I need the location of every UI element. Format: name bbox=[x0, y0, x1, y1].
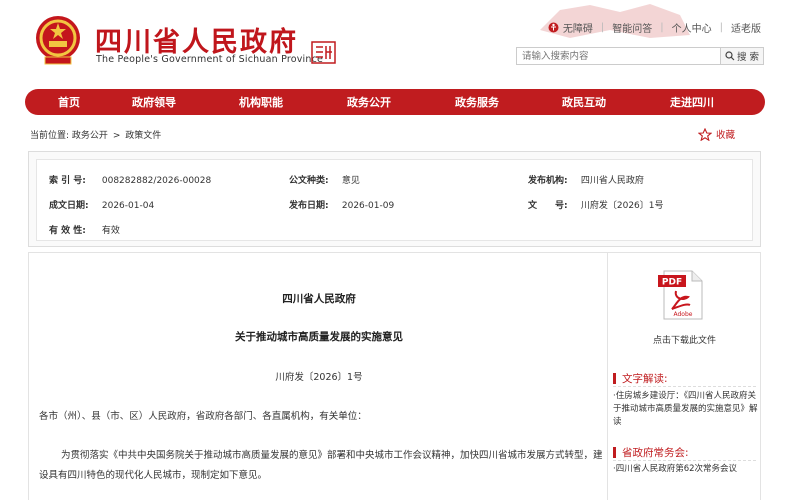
search-icon bbox=[725, 51, 735, 61]
site-header: 四川省人民政府 The People's Government of Sichu… bbox=[0, 0, 791, 82]
star-icon bbox=[698, 127, 712, 141]
toplink-personal-center[interactable]: 个人中心 bbox=[672, 20, 712, 35]
meta-publisher-label: 发布机构: bbox=[528, 176, 568, 186]
document-number: 川府发〔2026〕1号 bbox=[275, 372, 363, 383]
document-title: 关于推动城市高质量发展的实施意见 bbox=[235, 331, 403, 343]
meeting-title: 省政府常务会: bbox=[622, 447, 689, 459]
toplink-smart-qa[interactable]: 智能问答 bbox=[612, 20, 652, 35]
document-issuer: 四川省人民政府 bbox=[282, 293, 356, 305]
meta-created-value: 2026-01-04 bbox=[101, 201, 155, 211]
meta-index: 索 引 号: 008282882/2026-00028 bbox=[49, 173, 211, 186]
meta-published-value: 2026-01-09 bbox=[341, 201, 395, 211]
meta-created-label: 成文日期: bbox=[49, 201, 89, 211]
favorite-label: 收藏 bbox=[716, 130, 736, 141]
meta-index-label: 索 引 号: bbox=[49, 176, 86, 186]
document-meta-table: 索 引 号: 008282882/2026-00028 公文种类: 意见 发布机… bbox=[36, 159, 753, 241]
meeting-link[interactable]: ·四川省人民政府第62次常务会议 bbox=[613, 463, 758, 476]
section-marker bbox=[613, 447, 616, 458]
document-meta: 索 引 号: 008282882/2026-00028 公文种类: 意见 发布机… bbox=[28, 151, 761, 247]
meta-validity-label: 有 效 性: bbox=[49, 226, 86, 236]
meta-docno: 文 号: 川府发〔2026〕1号 bbox=[528, 198, 664, 211]
search-bar: 搜 索 bbox=[516, 47, 764, 65]
main-nav: 首页 政府领导 机构职能 政务公开 政务服务 政民互动 走进四川 bbox=[25, 89, 765, 115]
meta-doc-type: 公文种类: 意见 bbox=[289, 173, 360, 186]
breadcrumb-item-policy-docs[interactable]: 政策文件 bbox=[125, 131, 161, 141]
nav-item-gov-affairs[interactable]: 政务公开 bbox=[347, 94, 391, 110]
divider bbox=[613, 460, 756, 461]
nav-item-leaders[interactable]: 政府领导 bbox=[132, 94, 176, 110]
seal-logo-icon bbox=[311, 41, 336, 64]
search-button-label: 搜 索 bbox=[736, 52, 760, 63]
pdf-download-icon[interactable]: PDF Adobe bbox=[656, 269, 706, 321]
top-links: 无障碍 | 智能问答 | 个人中心 | 适老版 bbox=[548, 20, 761, 35]
meta-publisher-value: 四川省人民政府 bbox=[580, 176, 644, 186]
meta-docno-label: 文 号: bbox=[528, 201, 568, 211]
interpretation-title: 文字解读: bbox=[622, 373, 668, 385]
toplink-accessibility[interactable]: 无障碍 bbox=[563, 20, 593, 35]
accessibility-logo-icon bbox=[548, 22, 559, 33]
document-addressee: 各市（州）、县（市、区）人民政府，省政府各部门、各直属机构，有关单位： bbox=[39, 411, 367, 422]
nav-item-about-sichuan[interactable]: 走进四川 bbox=[670, 94, 714, 110]
nav-item-interaction[interactable]: 政民互动 bbox=[562, 94, 606, 110]
meta-docno-value: 川府发〔2026〕1号 bbox=[580, 201, 664, 211]
breadcrumb-item-gov-affairs[interactable]: 政务公开 bbox=[72, 131, 108, 141]
toplink-separator: | bbox=[600, 22, 605, 33]
meta-validity: 有 效 性: 有效 bbox=[49, 223, 120, 236]
meta-doc-type-value: 意见 bbox=[341, 176, 360, 186]
meeting-section-title: 省政府常务会: bbox=[613, 445, 689, 460]
search-button[interactable]: 搜 索 bbox=[721, 47, 764, 65]
favorite-button[interactable]: 收藏 bbox=[698, 127, 735, 141]
svg-text:Adobe: Adobe bbox=[674, 311, 693, 318]
site-subtitle: The People's Government of Sichuan Provi… bbox=[96, 54, 324, 65]
svg-text:PDF: PDF bbox=[662, 278, 682, 288]
right-sidebar: PDF Adobe 点击下载此文件 文字解读: ·住房城乡建设厅：《四川省人民政… bbox=[608, 252, 761, 500]
breadcrumb-prefix: 当前位置: bbox=[30, 131, 70, 141]
breadcrumb: 当前位置: 政务公开 > 政策文件 bbox=[30, 128, 161, 141]
nav-item-functions[interactable]: 机构职能 bbox=[239, 94, 283, 110]
nav-item-home[interactable]: 首页 bbox=[58, 94, 80, 110]
pdf-download-label[interactable]: 点击下载此文件 bbox=[608, 333, 761, 346]
search-input[interactable] bbox=[516, 47, 721, 65]
breadcrumb-separator: > bbox=[112, 131, 121, 141]
meta-published-label: 发布日期: bbox=[289, 201, 329, 211]
nav-item-services[interactable]: 政务服务 bbox=[455, 94, 499, 110]
document-paragraph: 为贯彻落实《中共中央国务院关于推动城市高质量发展的意见》部署和中央城市工作会议精… bbox=[39, 450, 603, 481]
national-emblem-icon bbox=[36, 16, 80, 65]
section-marker bbox=[613, 373, 616, 384]
toplink-separator: | bbox=[660, 22, 664, 33]
divider bbox=[613, 386, 756, 387]
meta-validity-value: 有效 bbox=[101, 226, 120, 236]
interpretation-section-title: 文字解读: bbox=[613, 371, 668, 386]
meta-created: 成文日期: 2026-01-04 bbox=[49, 198, 154, 211]
toplink-elderly-mode[interactable]: 适老版 bbox=[731, 20, 761, 35]
toplink-separator: | bbox=[719, 22, 723, 33]
meta-publisher: 发布机构: 四川省人民政府 bbox=[528, 173, 644, 186]
meta-doc-type-label: 公文种类: bbox=[289, 176, 329, 186]
document-content: 四川省人民政府 关于推动城市高质量发展的实施意见 川府发〔2026〕1号 各市（… bbox=[28, 252, 608, 500]
meta-index-value: 008282882/2026-00028 bbox=[101, 176, 212, 186]
interpretation-link[interactable]: ·住房城乡建设厅：《四川省人民政府关于推动城市高质量发展的实施意见》解读 bbox=[613, 390, 758, 429]
meta-published: 发布日期: 2026-01-09 bbox=[289, 198, 394, 211]
